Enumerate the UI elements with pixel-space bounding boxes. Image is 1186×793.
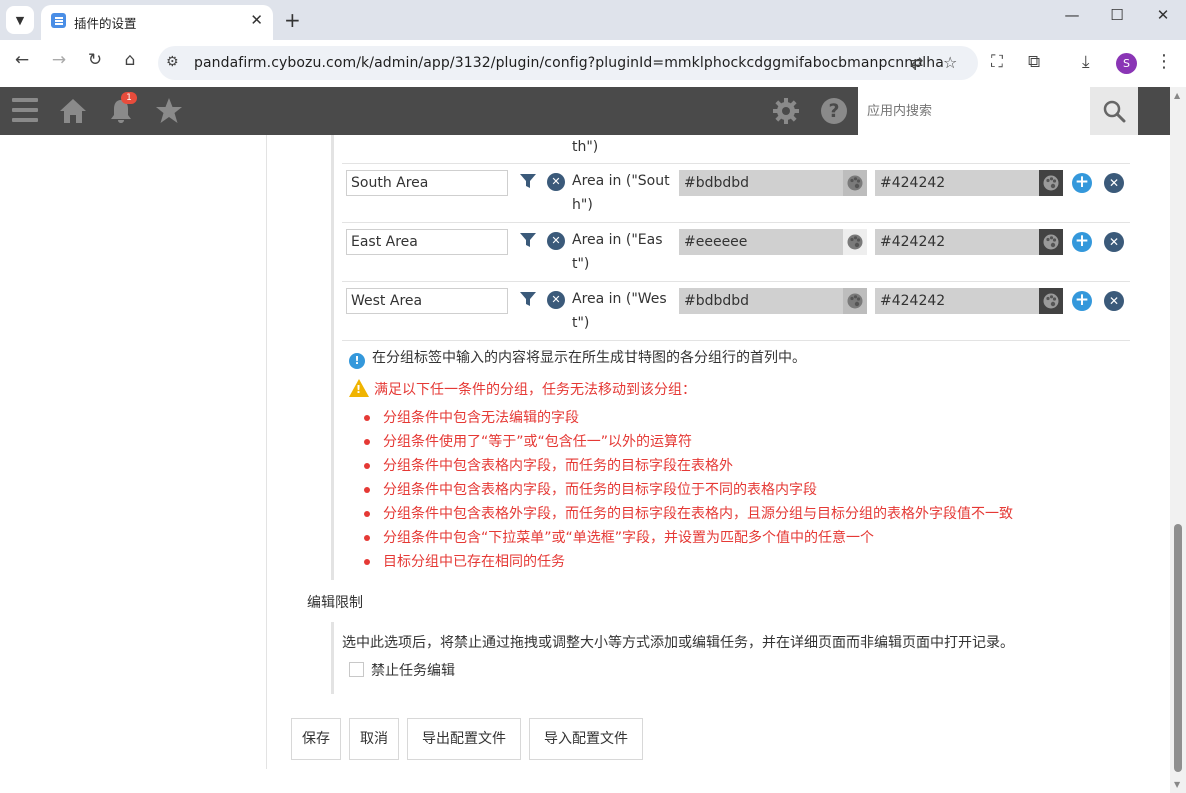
cancel-button[interactable]: 取消: [349, 718, 399, 760]
browser-tab-strip: ▼ 插件的设置 ✕ + — ☐ ✕: [0, 0, 1186, 40]
clear-condition-icon[interactable]: ✕: [547, 173, 565, 191]
warning-item: 分组条件中包含表格内字段，而任务的目标字段在表格外: [364, 454, 1013, 478]
help-icon[interactable]: ?: [821, 98, 847, 124]
font-color-input[interactable]: #424242: [875, 170, 1039, 196]
forward-icon[interactable]: →: [47, 50, 71, 70]
background-color-input[interactable]: #bdbdbd: [679, 170, 843, 196]
menu-icon[interactable]: [12, 98, 38, 122]
remove-row-icon[interactable]: ✕: [1104, 232, 1124, 252]
scroll-down-icon[interactable]: ▼: [1174, 780, 1180, 789]
add-row-icon[interactable]: +: [1072, 173, 1092, 193]
window-close-icon[interactable]: ✕: [1140, 6, 1186, 24]
font-palette-icon[interactable]: [1039, 170, 1063, 196]
translate-icon[interactable]: ⇄: [910, 53, 923, 72]
page-favicon-icon: [51, 13, 66, 28]
group-section-border: [331, 135, 334, 580]
bookmark-star-icon[interactable]: ☆: [943, 53, 957, 72]
warning-item: 分组条件中包含表格外字段，而任务的目标字段在表格内，且源分组与目标分组的表格外字…: [364, 502, 1013, 526]
page-scrollbar[interactable]: ▲ ▼: [1170, 87, 1186, 793]
edit-restriction-description: 选中此选项后，将禁止通过拖拽或调整大小等方式添加或编辑任务，并在详细页面而非编辑…: [342, 635, 1014, 651]
download-icon[interactable]: ⤓: [1082, 52, 1090, 72]
background-palette-icon[interactable]: [843, 288, 867, 314]
browser-tab[interactable]: 插件的设置 ✕: [41, 5, 273, 40]
group-condition-text: Area in ("East"): [572, 232, 663, 272]
warning-item: 分组条件中包含无法编辑的字段: [364, 406, 1013, 430]
home-icon[interactable]: ⌂: [118, 50, 142, 70]
export-config-button[interactable]: 导出配置文件: [407, 718, 521, 760]
browser-menu-icon[interactable]: ⋮: [1155, 51, 1173, 72]
scroll-up-icon[interactable]: ▲: [1174, 91, 1180, 100]
group-name-input[interactable]: South Area: [346, 170, 508, 196]
warning-item: 目标分组中已存在相同的任务: [364, 550, 1013, 574]
group-condition-text: Area in ("West"): [572, 291, 667, 331]
search-icon: [1103, 100, 1126, 123]
font-color-input[interactable]: #424242: [875, 288, 1039, 314]
app-header: 1 ?: [0, 87, 1170, 135]
background-color-input[interactable]: #bdbdbd: [679, 288, 843, 314]
filter-icon[interactable]: [519, 290, 537, 308]
new-tab-icon[interactable]: +: [284, 8, 301, 32]
background-palette-icon[interactable]: [843, 229, 867, 255]
import-config-button[interactable]: 导入配置文件: [529, 718, 643, 760]
settings-gear-icon[interactable]: [772, 97, 800, 125]
info-message: ! 在分组标签中输入的内容将显示在所生成甘特图的各分组行的首列中。: [349, 347, 806, 369]
maximize-icon[interactable]: ☐: [1094, 6, 1140, 24]
warning-item: 分组条件使用了“等于”或“包含任一”以外的运算符: [364, 430, 1013, 454]
remove-row-icon[interactable]: ✕: [1104, 173, 1124, 193]
warning-item: 分组条件中包含“下拉菜单”或“单选框”字段，并设置为匹配多个值中的任意一个: [364, 526, 1013, 550]
warning-message: ! 满足以下任一条件的分组，任务无法移动到该分组：: [349, 379, 696, 399]
url-text: pandafirm.cybozu.com/k/admin/app/3132/pl…: [194, 55, 944, 71]
group-name-input[interactable]: West Area: [346, 288, 508, 314]
info-icon: !: [349, 353, 365, 369]
app-search-input[interactable]: [858, 87, 1090, 135]
minimize-icon[interactable]: —: [1049, 6, 1095, 24]
info-text: 在分组标签中输入的内容将显示在所生成甘特图的各分组行的首列中。: [372, 350, 806, 366]
app-search: [858, 87, 1138, 135]
scrollbar-thumb[interactable]: [1174, 524, 1182, 772]
filter-icon[interactable]: [519, 231, 537, 249]
font-palette-icon[interactable]: [1039, 288, 1063, 314]
save-button[interactable]: 保存: [291, 718, 341, 760]
favorites-star-icon[interactable]: [155, 97, 183, 124]
group-name-input[interactable]: East Area: [346, 229, 508, 255]
back-icon[interactable]: ←: [10, 50, 34, 70]
warning-title: 满足以下任一条件的分组，任务无法移动到该分组：: [374, 382, 696, 398]
group-row: East Area ✕ Area in ("East") #eeeeee #424242…: [342, 223, 1130, 282]
content-divider: [266, 135, 267, 769]
clear-condition-icon[interactable]: ✕: [547, 232, 565, 250]
edit-restriction-title: 编辑限制: [307, 595, 363, 611]
background-color-input[interactable]: #eeeeee: [679, 229, 843, 255]
disable-edit-checkbox[interactable]: [349, 662, 364, 677]
reload-icon[interactable]: ↻: [83, 50, 107, 70]
warning-icon: !: [349, 379, 369, 397]
group-row: West Area ✕ Area in ("West") #bdbdbd #424242…: [342, 282, 1130, 341]
font-color-input[interactable]: #424242: [875, 229, 1039, 255]
font-palette-icon[interactable]: [1039, 229, 1063, 255]
clear-condition-icon[interactable]: ✕: [547, 291, 565, 309]
add-row-icon[interactable]: +: [1072, 291, 1092, 311]
disable-edit-label[interactable]: 禁止任务编辑: [371, 660, 455, 680]
browser-toolbar: ← → ↻ ⌂ ⚙ pandafirm.cybozu.com/k/admin/a…: [0, 40, 1186, 87]
address-bar[interactable]: ⚙ pandafirm.cybozu.com/k/admin/app/3132/…: [158, 46, 978, 80]
extensions-icon[interactable]: ⧉: [1028, 52, 1040, 72]
partial-row-condition: th"): [572, 139, 599, 155]
screenshot-icon[interactable]: ⛶: [991, 52, 1003, 72]
warning-item: 分组条件中包含表格内字段，而任务的目标字段位于不同的表格内字段: [364, 478, 1013, 502]
tab-close-icon[interactable]: ✕: [250, 11, 263, 29]
group-condition-text: Area in ("South"): [572, 173, 670, 213]
filter-icon[interactable]: [519, 172, 537, 190]
home-icon[interactable]: [59, 98, 87, 124]
search-button[interactable]: [1090, 87, 1138, 135]
group-row: South Area ✕ Area in ("South") #bdbdbd #4242…: [342, 164, 1130, 223]
warning-list: 分组条件中包含无法编辑的字段 分组条件使用了“等于”或“包含任一”以外的运算符 …: [364, 406, 1013, 574]
notification-badge: 1: [121, 92, 137, 104]
tab-title: 插件的设置: [74, 16, 137, 31]
profile-avatar[interactable]: S: [1116, 53, 1137, 74]
tab-search-chevron-icon[interactable]: ▼: [6, 6, 34, 34]
site-info-icon[interactable]: ⚙: [166, 54, 179, 70]
background-palette-icon[interactable]: [843, 170, 867, 196]
edit-section-border: [331, 622, 334, 694]
add-row-icon[interactable]: +: [1072, 232, 1092, 252]
remove-row-icon[interactable]: ✕: [1104, 291, 1124, 311]
